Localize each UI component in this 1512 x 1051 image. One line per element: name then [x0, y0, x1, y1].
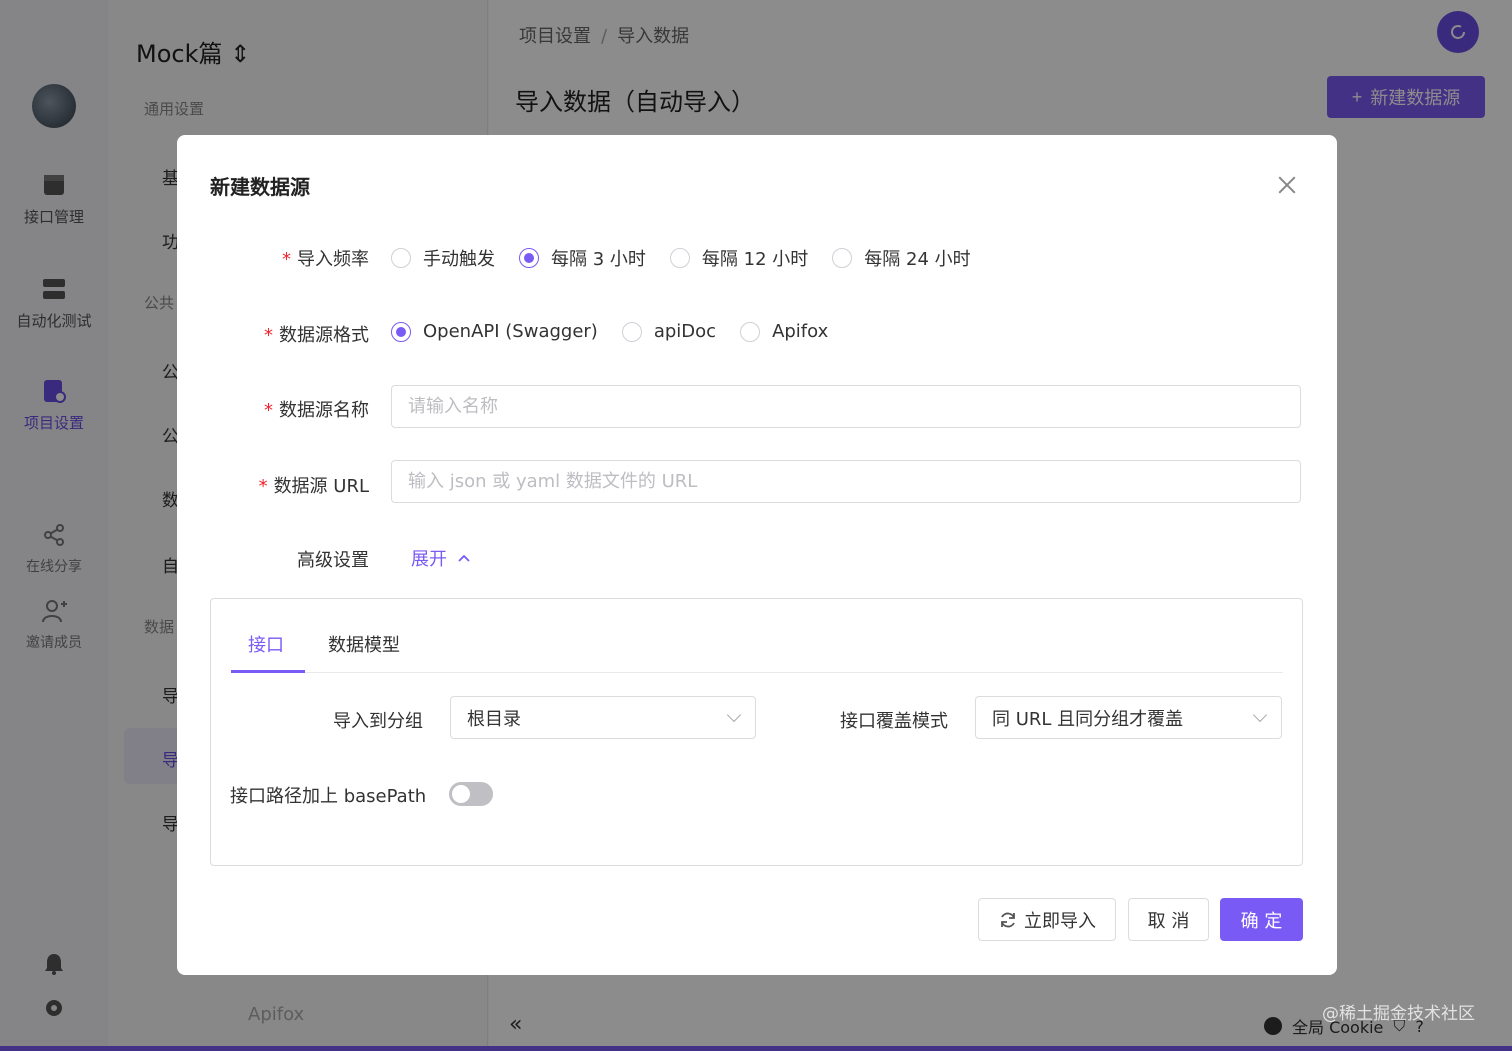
datasource-name-input[interactable]: [391, 385, 1301, 428]
chevron-down-icon: [1252, 707, 1268, 722]
radio-label: Apifox: [772, 321, 829, 342]
frequency-label-text: 导入频率: [297, 249, 369, 270]
tab-data-model[interactable]: 数据模型: [328, 631, 400, 657]
close-icon[interactable]: [1275, 173, 1299, 197]
radio-dot: [621, 321, 642, 342]
radio-dot: [391, 321, 411, 342]
new-datasource-modal: 新建数据源 * 导入频率 手动触发 每隔 3 小时 每隔 12 小时 每隔 24 …: [177, 135, 1337, 975]
override-select-value: 同 URL 且同分组才覆盖: [992, 708, 1184, 730]
datasource-url-input[interactable]: [391, 460, 1301, 503]
radio-label: 每隔 12 小时: [701, 249, 809, 270]
modal-title: 新建数据源: [210, 175, 310, 199]
radio-dot: [740, 321, 761, 342]
tab-ink-bar: [231, 670, 305, 673]
radio-every-24h[interactable]: 每隔 24 小时: [832, 245, 971, 271]
required-mark: *: [264, 325, 273, 346]
advanced-toggle-label: 展开: [411, 549, 447, 570]
format-label-text: 数据源格式: [279, 325, 369, 346]
cancel-button[interactable]: 取 消: [1128, 898, 1209, 941]
chevron-up-icon: [458, 554, 470, 562]
url-label-text: 数据源 URL: [273, 476, 369, 497]
group-select-value: 根目录: [467, 708, 521, 730]
tab-api[interactable]: 接口: [248, 631, 284, 657]
advanced-label: 高级设置: [297, 550, 369, 571]
radio-apifox[interactable]: Apifox: [740, 321, 828, 342]
advanced-tabs: 接口 数据模型: [231, 599, 1283, 673]
radio-openapi[interactable]: OpenAPI (Swagger): [391, 321, 598, 342]
advanced-settings-panel: 接口 数据模型 导入到分组 根目录 接口覆盖模式 同 URL 且同分组才覆盖 接…: [210, 598, 1303, 866]
radio-apidoc[interactable]: apiDoc: [621, 321, 717, 342]
sync-icon: [1001, 912, 1015, 927]
radio-manual[interactable]: 手动触发: [391, 245, 495, 271]
import-now-button[interactable]: 立即导入: [978, 898, 1116, 941]
basepath-toggle[interactable]: [449, 782, 493, 806]
name-label-text: 数据源名称: [279, 400, 369, 421]
required-mark: *: [282, 249, 291, 270]
basepath-label: 接口路径加上 basePath: [230, 786, 427, 807]
frequency-label: * 导入频率: [177, 245, 369, 271]
format-label: * 数据源格式: [177, 321, 369, 347]
frequency-radio-group: 手动触发 每隔 3 小时 每隔 12 小时 每隔 24 小时: [391, 245, 995, 271]
radio-dot: [391, 248, 411, 268]
radio-every-12h[interactable]: 每隔 12 小时: [669, 245, 809, 271]
radio-dot: [669, 248, 690, 268]
required-mark: *: [264, 400, 273, 421]
name-label: * 数据源名称: [177, 396, 369, 422]
advanced-expand-toggle[interactable]: 展开: [411, 545, 471, 571]
group-label: 导入到分组: [333, 711, 423, 732]
override-select[interactable]: 同 URL 且同分组才覆盖: [975, 696, 1282, 739]
confirm-button[interactable]: 确 定: [1220, 898, 1303, 941]
radio-label: 每隔 3 小时: [551, 249, 646, 270]
chevron-down-icon: [726, 707, 742, 722]
format-radio-group: OpenAPI (Swagger) apiDoc Apifox: [391, 321, 852, 342]
radio-dot: [832, 248, 853, 268]
radio-label: 每隔 24 小时: [864, 249, 971, 270]
required-mark: *: [258, 476, 268, 497]
watermark-text: @稀土掘金技术社区: [1322, 1004, 1475, 1024]
url-label: * 数据源 URL: [177, 472, 369, 498]
radio-label: OpenAPI (Swagger): [423, 321, 598, 342]
radio-label: 手动触发: [423, 249, 495, 270]
radio-every-3h[interactable]: 每隔 3 小时: [519, 245, 646, 271]
import-now-label: 立即导入: [1024, 910, 1096, 932]
radio-dot: [519, 248, 539, 268]
group-select[interactable]: 根目录: [450, 696, 756, 739]
override-label: 接口覆盖模式: [840, 711, 948, 732]
radio-label: apiDoc: [653, 321, 717, 342]
